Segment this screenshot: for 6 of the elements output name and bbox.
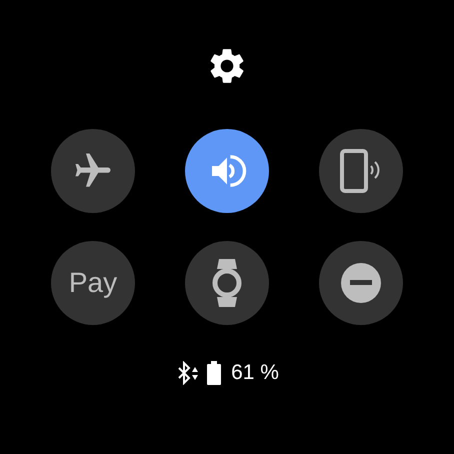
pay-label: Pay — [68, 269, 118, 297]
do-not-disturb-icon — [340, 262, 382, 304]
quick-setting-tile[interactable]: Pay — [51, 241, 135, 325]
battery-percentage: 61 % — [231, 360, 279, 386]
watch-icon — [211, 259, 243, 307]
battery-icon — [207, 360, 222, 385]
